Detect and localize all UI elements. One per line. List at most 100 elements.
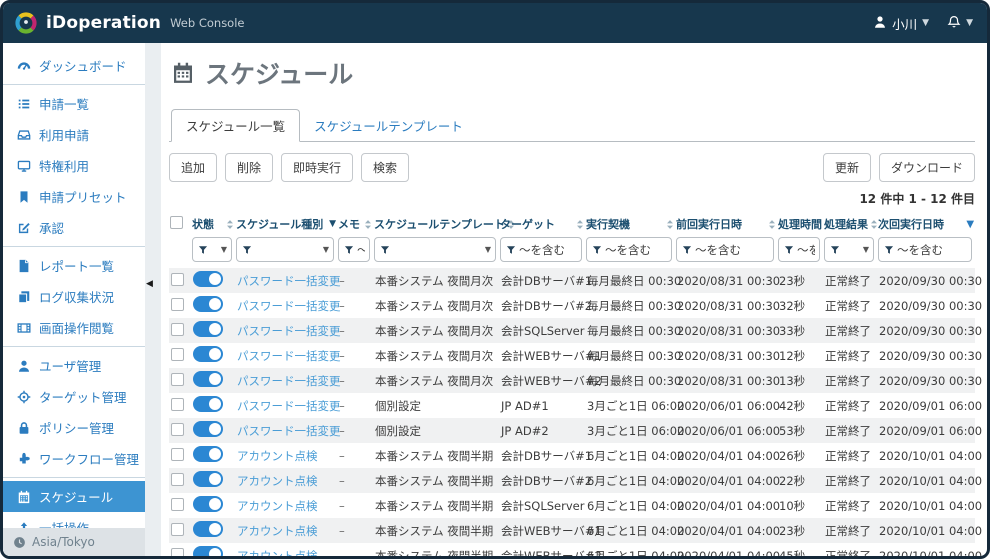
status-toggle[interactable] — [193, 446, 223, 462]
filter-text-input[interactable] — [519, 242, 577, 257]
filter-select-処理結果[interactable]: ▼ — [824, 237, 874, 262]
status-toggle[interactable] — [193, 496, 223, 512]
filter-input-メモ[interactable] — [338, 237, 370, 262]
status-toggle[interactable] — [193, 521, 223, 537]
filter-text-input[interactable] — [897, 242, 968, 257]
schedule-type-link[interactable]: パスワード一括変更 — [235, 343, 341, 368]
追加-button[interactable]: 追加 — [169, 153, 218, 182]
status-toggle[interactable] — [193, 471, 223, 487]
sidebar-item-特権利用[interactable]: 特権利用 — [3, 150, 145, 181]
sidebar-item-ユーザ管理[interactable]: ユーザ管理 — [3, 350, 145, 381]
sidebar-item-スケジュール[interactable]: スケジュール — [3, 481, 145, 512]
sidebar-item-ログ収集状況[interactable]: ログ収集状況 — [3, 281, 145, 312]
filter-select-スケジュールテンプレート[interactable]: ▼ — [374, 237, 496, 262]
filter-input-次回実行日時[interactable] — [878, 237, 973, 262]
row-checkbox[interactable] — [171, 422, 184, 436]
row-checkbox[interactable] — [171, 322, 184, 336]
sidebar-item-申請プリセット[interactable]: 申請プリセット — [3, 181, 145, 212]
filter-text-input[interactable] — [797, 242, 815, 257]
schedule-type-link[interactable]: アカウント点検 — [235, 468, 337, 493]
sidebar-item-申請一覧[interactable]: 申請一覧 — [3, 88, 145, 119]
column-header-スケジュール種別[interactable]: スケジュール種別 ▼ — [235, 213, 337, 235]
notification-menu[interactable]: ▼ — [947, 15, 973, 32]
duration-cell: 53秒 — [779, 423, 806, 438]
schedule-type-link[interactable]: パスワード一括変更 — [235, 318, 341, 343]
sort-icon[interactable] — [666, 219, 674, 230]
filter-input-処理時間[interactable] — [778, 237, 820, 262]
column-header-前回実行日時[interactable]: 前回実行日時 — [675, 213, 777, 235]
sidebar-item-ダッシュボード[interactable]: ダッシュボード — [3, 50, 145, 81]
sort-desc-icon[interactable]: ▼ — [329, 219, 336, 229]
schedule-type-link[interactable]: アカウント点検 — [235, 493, 337, 518]
filter-input-実行契機[interactable] — [586, 237, 672, 262]
column-header-スケジュールテンプレート[interactable]: スケジュールテンプレート — [373, 213, 514, 235]
sort-icon[interactable] — [870, 219, 878, 230]
status-toggle[interactable] — [193, 421, 223, 437]
schedule-type-link[interactable]: パスワード一括変更 — [235, 268, 341, 293]
filter-select-状態[interactable]: ▼ — [192, 237, 232, 262]
tab-スケジュールテンプレート[interactable]: スケジュールテンプレート — [300, 110, 477, 141]
row-checkbox[interactable] — [171, 497, 184, 511]
column-header-処理時間[interactable]: 処理時間 — [777, 213, 831, 235]
row-checkbox[interactable] — [171, 447, 184, 461]
status-toggle[interactable] — [193, 346, 223, 362]
sidebar-item-ワークフロー管理[interactable]: ワークフロー管理 — [3, 443, 145, 474]
sort-icon[interactable] — [576, 219, 584, 230]
row-checkbox[interactable] — [171, 522, 184, 536]
sidebar-item-レポート一覧[interactable]: レポート一覧 — [3, 250, 145, 281]
schedule-type-link[interactable]: パスワード一括変更 — [235, 368, 341, 393]
sidebar-item-一括操作[interactable]: 一括操作 — [3, 512, 145, 528]
column-header-ターゲット[interactable]: ターゲット — [499, 213, 585, 235]
検索-button[interactable]: 検索 — [361, 153, 410, 182]
row-checkbox[interactable] — [171, 372, 184, 386]
filter-input-前回実行日時[interactable] — [676, 237, 774, 262]
filter-text-input[interactable] — [605, 242, 667, 257]
row-checkbox[interactable] — [171, 397, 184, 411]
ダウンロード-button[interactable]: ダウンロード — [879, 153, 976, 182]
sort-icon[interactable] — [768, 219, 776, 230]
filter-select-スケジュール種別[interactable]: ▼ — [236, 237, 334, 262]
schedule-type-link[interactable]: パスワード一括変更 — [235, 293, 341, 318]
schedule-type-link[interactable]: パスワード一括変更 — [235, 393, 341, 418]
status-toggle[interactable] — [193, 371, 223, 387]
更新-button[interactable]: 更新 — [823, 153, 872, 182]
sidebar-item-利用申請[interactable]: 利用申請 — [3, 119, 145, 150]
status-toggle[interactable] — [193, 546, 223, 556]
schedule-type-link[interactable]: パスワード一括変更 — [235, 418, 341, 443]
削除-button[interactable]: 削除 — [225, 153, 274, 182]
schedule-type-link[interactable]: アカウント点検 — [235, 443, 337, 468]
column-header-次回実行日時[interactable]: 次回実行日時 ▼ — [877, 213, 975, 235]
column-header-メモ[interactable]: メモ — [337, 213, 373, 235]
sidebar-item-ポリシー管理[interactable]: ポリシー管理 — [3, 412, 145, 443]
row-checkbox[interactable] — [171, 297, 184, 311]
status-toggle[interactable] — [193, 271, 223, 287]
status-toggle[interactable] — [193, 396, 223, 412]
status-toggle[interactable] — [193, 321, 223, 337]
sort-icon[interactable] — [226, 219, 234, 230]
tab-スケジュール一覧[interactable]: スケジュール一覧 — [171, 109, 301, 142]
select-all-checkbox[interactable] — [170, 216, 183, 229]
column-header-処理結果[interactable]: 処理結果 — [823, 213, 877, 235]
row-checkbox[interactable] — [171, 347, 184, 361]
sort-icon[interactable] — [364, 219, 372, 230]
filter-text-input[interactable] — [357, 242, 365, 257]
sidebar-collapse-icon[interactable]: ◀ — [146, 279, 153, 289]
user-menu[interactable]: 小川 ▼ — [873, 14, 929, 33]
filter-input-ターゲット[interactable] — [500, 237, 582, 262]
sidebar-item-画面操作閲覧[interactable]: 画面操作閲覧 — [3, 312, 145, 343]
column-menu-icon[interactable]: ▼ — [966, 219, 974, 230]
filter-text-input[interactable] — [695, 242, 769, 257]
sidebar-item-ターゲット管理[interactable]: ターゲット管理 — [3, 381, 145, 412]
即時実行-button[interactable]: 即時実行 — [281, 153, 354, 182]
app-header: iDoperation Web Console 小川 ▼ ▼ — [3, 3, 987, 43]
row-checkbox[interactable] — [171, 272, 184, 286]
row-checkbox[interactable] — [171, 547, 184, 556]
sidebar-splitter[interactable]: ◀ — [145, 43, 161, 556]
row-checkbox[interactable] — [171, 472, 184, 486]
sidebar-item-承認[interactable]: 承認 — [3, 212, 145, 243]
schedule-type-link[interactable]: アカウント点検 — [235, 518, 337, 543]
schedule-type-link[interactable]: アカウント点検 — [235, 543, 337, 557]
column-header-実行契機[interactable]: 実行契機 — [585, 213, 675, 235]
column-header-状態[interactable]: 状態 — [191, 213, 235, 235]
status-toggle[interactable] — [193, 296, 223, 312]
